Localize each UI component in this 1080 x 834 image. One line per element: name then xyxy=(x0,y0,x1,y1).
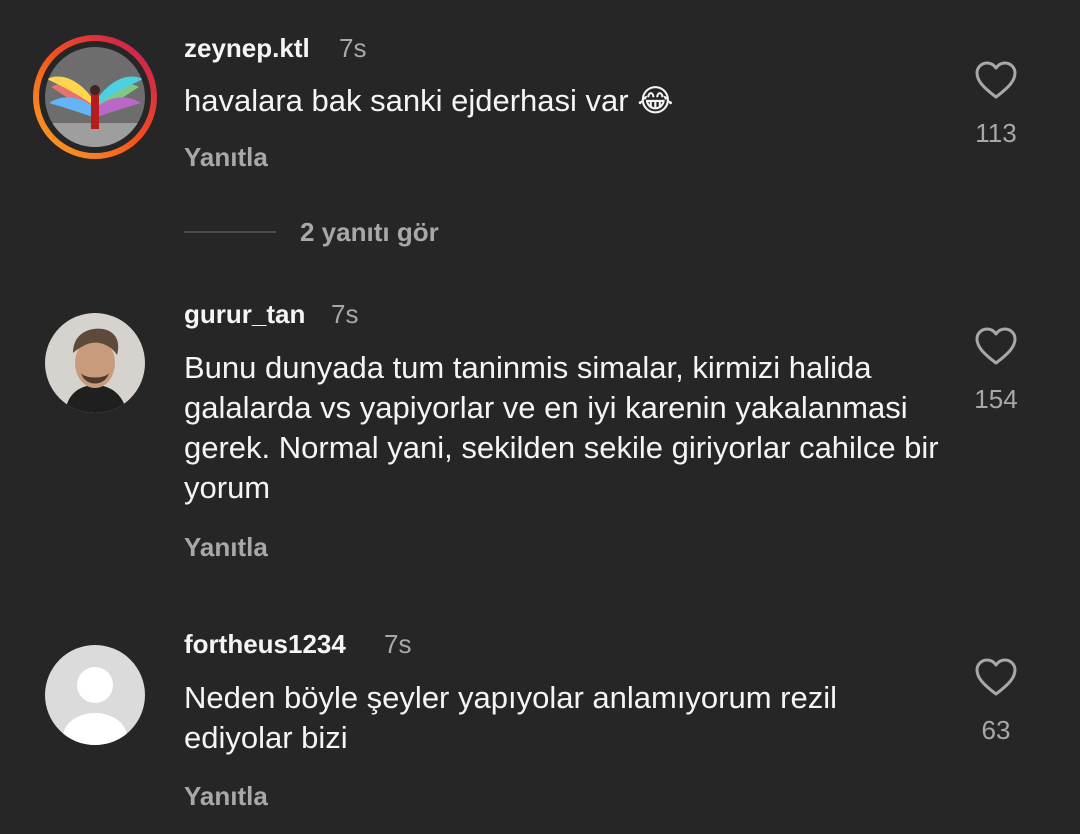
heart-icon[interactable] xyxy=(974,60,1018,100)
view-replies-label: 2 yanıtı gör xyxy=(300,216,439,247)
comment-text: havalara bak sanki ejderhasi var 😂 xyxy=(184,81,954,121)
default-avatar-icon xyxy=(45,645,145,745)
timestamp: 7s xyxy=(339,33,367,63)
like-count: 154 xyxy=(974,384,1018,414)
story-ring-icon xyxy=(33,35,157,159)
reply-button[interactable]: Yanıtla xyxy=(184,781,268,812)
avatar[interactable] xyxy=(45,645,145,745)
reply-button[interactable]: Yanıtla xyxy=(184,142,268,173)
laughing-emoji-icon: 😂 xyxy=(637,83,674,118)
heart-icon[interactable] xyxy=(974,326,1018,366)
timestamp: 7s xyxy=(331,299,359,329)
like-count: 63 xyxy=(981,715,1011,745)
like-area: 63 xyxy=(956,657,1036,746)
user-photo-icon xyxy=(45,313,145,413)
comment-body: havalara bak sanki ejderhasi var xyxy=(184,83,629,118)
avatar[interactable] xyxy=(45,313,145,413)
like-area: 154 xyxy=(956,326,1036,415)
username[interactable]: zeynep.ktl xyxy=(184,33,310,64)
view-replies-button[interactable]: 2 yanıtı gör xyxy=(184,214,439,250)
like-count: 113 xyxy=(975,118,1017,148)
comment-text: Bunu dunyada tum taninmis simalar, kirmi… xyxy=(184,350,939,505)
heart-icon[interactable] xyxy=(974,657,1018,697)
username[interactable]: fortheus1234 xyxy=(184,629,346,660)
divider xyxy=(184,231,276,233)
like-area: 113 xyxy=(956,60,1036,149)
comment-text: Neden böyle şeyler yapıyolar anlamıyorum… xyxy=(184,680,838,755)
timestamp: 7s xyxy=(384,629,412,659)
avatar[interactable] xyxy=(33,35,157,159)
username[interactable]: gurur_tan xyxy=(184,299,305,330)
reply-button[interactable]: Yanıtla xyxy=(184,532,268,563)
